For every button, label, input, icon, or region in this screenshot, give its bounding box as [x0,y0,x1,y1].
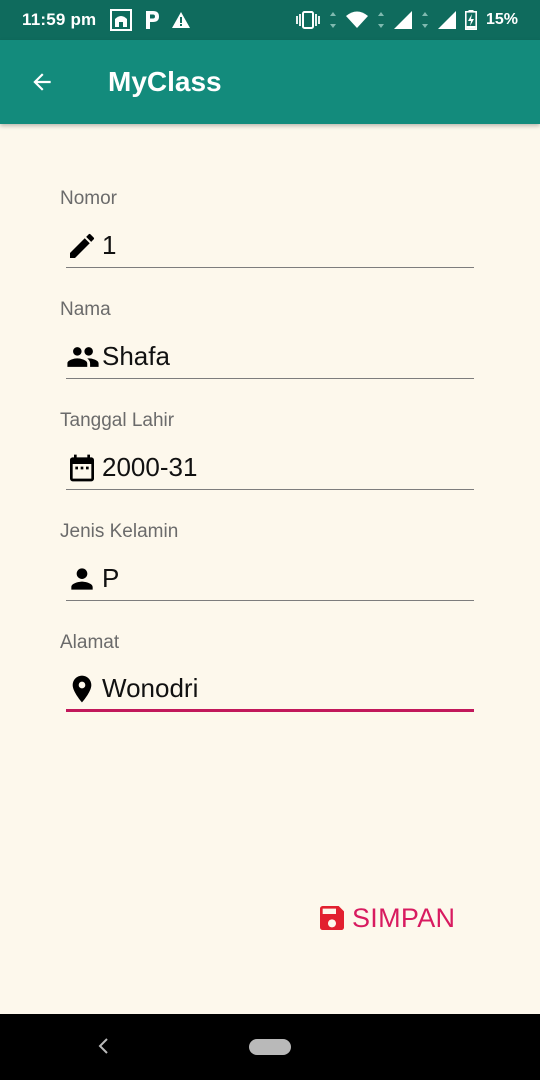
pencil-icon [66,228,102,264]
save-button-label: SIMPAN [352,902,456,933]
system-nav-bar [0,1014,540,1080]
mosque-icon [110,9,133,31]
save-button[interactable]: SIMPAN [316,896,455,940]
field-tanggal-lahir: Tanggal Lahir [60,408,474,519]
app-bar: MyClass [0,40,540,124]
field-input-row [66,335,474,379]
field-nomor: Nomor [60,186,474,297]
alamat-input[interactable] [102,668,462,709]
person-icon [66,561,102,597]
data-arrows-icon [421,12,428,28]
field-label: Nama [60,299,111,320]
field-nama: Nama [60,297,474,408]
signal-icon [393,11,412,29]
tanggal-lahir-input[interactable] [102,447,462,488]
floppy-disk-icon [320,906,344,930]
status-time: 11:59 pm [22,10,97,29]
student-form: Nomor Nama Tanggal Lahir [60,186,474,741]
nav-home-pill[interactable] [249,1039,291,1055]
jenis-kelamin-input[interactable] [102,558,462,599]
notification-icons [110,9,191,31]
battery-charging-icon [464,10,477,30]
field-input-row [66,668,474,712]
field-jenis-kelamin: Jenis Kelamin [60,519,474,630]
warning-icon [172,12,191,28]
back-button[interactable] [0,40,84,124]
data-arrows-icon [329,12,336,28]
app-title: MyClass [108,66,222,97]
field-input-row [66,557,474,601]
status-bar: 11:59 pm 15% [0,0,540,40]
field-label: Jenis Kelamin [60,521,179,542]
field-label: Tanggal Lahir [60,410,175,431]
nama-input[interactable] [102,336,462,377]
system-icons: 15% [296,10,518,30]
location-pin-icon [66,671,102,707]
calendar-icon [66,450,102,486]
field-input-row [66,224,474,268]
field-alamat: Alamat [60,630,474,741]
nomor-input[interactable] [102,225,462,266]
people-icon [66,339,102,375]
field-input-row [66,446,474,490]
field-label: Nomor [60,188,118,209]
field-label: Alamat [60,632,120,653]
arrow-back-icon [33,73,51,91]
wifi-icon [345,11,368,28]
data-arrows-icon [377,12,384,28]
signal-icon [437,11,456,29]
battery-percentage: 15% [485,11,518,28]
vibrate-icon [296,11,320,29]
nav-back-icon[interactable] [92,1034,116,1058]
parking-p-icon [146,11,160,29]
